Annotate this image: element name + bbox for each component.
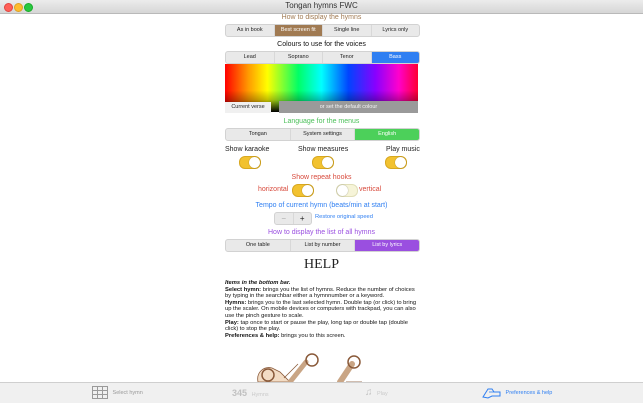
repeat-vertical-label: vertical [359, 186, 382, 193]
tempo-heading: Tempo of current hymn (beats/min at star… [255, 202, 388, 209]
pinch-gesture-illustration [257, 353, 362, 382]
language-heading: Language for the menus [283, 118, 360, 125]
music-note-icon: ♫ [365, 387, 373, 398]
default-colour-button[interactable]: or set the default colour [279, 101, 418, 113]
preferences-panel: How to display the hymns As in book Best… [0, 14, 643, 382]
play-music-label: Play music [386, 146, 420, 153]
measures-toggle[interactable] [312, 156, 334, 169]
display-heading: How to display the hymns [281, 14, 362, 21]
language-segmented: Tongan System settings English [225, 128, 420, 141]
display-option-single-line[interactable]: Single line [323, 25, 372, 36]
tempo-increase-button[interactable]: + [294, 213, 312, 224]
hymn-numbers-icon: 345 [232, 388, 248, 398]
hands-icon [482, 388, 501, 399]
restore-speed-button[interactable]: Restore original speed [315, 214, 373, 220]
help-text: Items in the bottom bar. Select hymn: br… [225, 280, 421, 339]
window-title: Tongan hymns FWC [285, 1, 358, 10]
help-item-select: Select hymn: brings you the list of hymn… [225, 286, 415, 300]
repeat-vertical-toggle[interactable] [336, 184, 358, 197]
help-title: HELP [304, 257, 339, 272]
tab-preferences-help[interactable]: Preferences & help [482, 383, 552, 403]
display-mode-segmented: As in book Best screen fit Single line L… [225, 24, 420, 37]
karaoke-toggle[interactable] [239, 156, 261, 169]
tab-bar: Select hymn 345 Hymns ♫ Play Preferences… [0, 382, 643, 403]
title-bar: Tongan hymns FWC [0, 0, 643, 14]
voice-option-soprano[interactable]: Soprano [275, 52, 323, 63]
voice-option-tenor[interactable]: Tenor [323, 52, 372, 63]
language-option-english[interactable]: English [355, 129, 419, 140]
repeat-horizontal-label: horizontal [258, 186, 289, 193]
play-music-toggle[interactable] [385, 156, 407, 169]
tempo-stepper: − + [274, 212, 312, 225]
list-mode-segmented: One table List by number List by lyrics [225, 239, 420, 252]
help-item-hymns: Hymns: brings you to the last selected h… [225, 299, 417, 319]
help-item-play: Play: tap once to start or pause the pla… [225, 319, 408, 333]
help-intro: Items in the bottom bar. [225, 280, 291, 286]
current-verse-button[interactable]: Current verse [225, 102, 271, 113]
voice-option-lead[interactable]: Lead [226, 52, 275, 63]
list-option-by-number[interactable]: List by number [291, 240, 356, 251]
list-heading: How to display the list of all hymns [268, 229, 375, 236]
display-option-as-in-book[interactable]: As in book [226, 25, 275, 36]
repeat-heading: Show repeat hooks [291, 174, 352, 181]
tab-play[interactable]: ♫ Play [365, 383, 388, 403]
language-option-system[interactable]: System settings [291, 129, 356, 140]
colours-heading: Colours to use for the voices [277, 41, 366, 48]
measures-label: Show measures [298, 146, 349, 153]
list-option-by-lyrics[interactable]: List by lyrics [355, 240, 419, 251]
karaoke-label: Show karaoke [225, 146, 270, 153]
voice-option-bass[interactable]: Bass [371, 52, 419, 63]
display-option-best-screen-fit[interactable]: Best screen fit [274, 25, 323, 36]
display-option-lyrics-only[interactable]: Lyrics only [372, 25, 420, 36]
grid-icon [92, 386, 108, 400]
voice-segmented: Lead Soprano Tenor Bass [225, 51, 420, 64]
tab-select-hymn[interactable]: Select hymn [92, 383, 143, 403]
tab-hymns[interactable]: 345 Hymns [232, 383, 269, 403]
tempo-decrease-button[interactable]: − [275, 213, 294, 224]
help-item-prefs: Preferences & help: brings you to this s… [225, 332, 346, 339]
list-option-one-table[interactable]: One table [226, 240, 291, 251]
pinch-gesture-icon [257, 353, 362, 382]
repeat-horizontal-toggle[interactable] [292, 184, 314, 197]
language-option-tongan[interactable]: Tongan [226, 129, 291, 140]
